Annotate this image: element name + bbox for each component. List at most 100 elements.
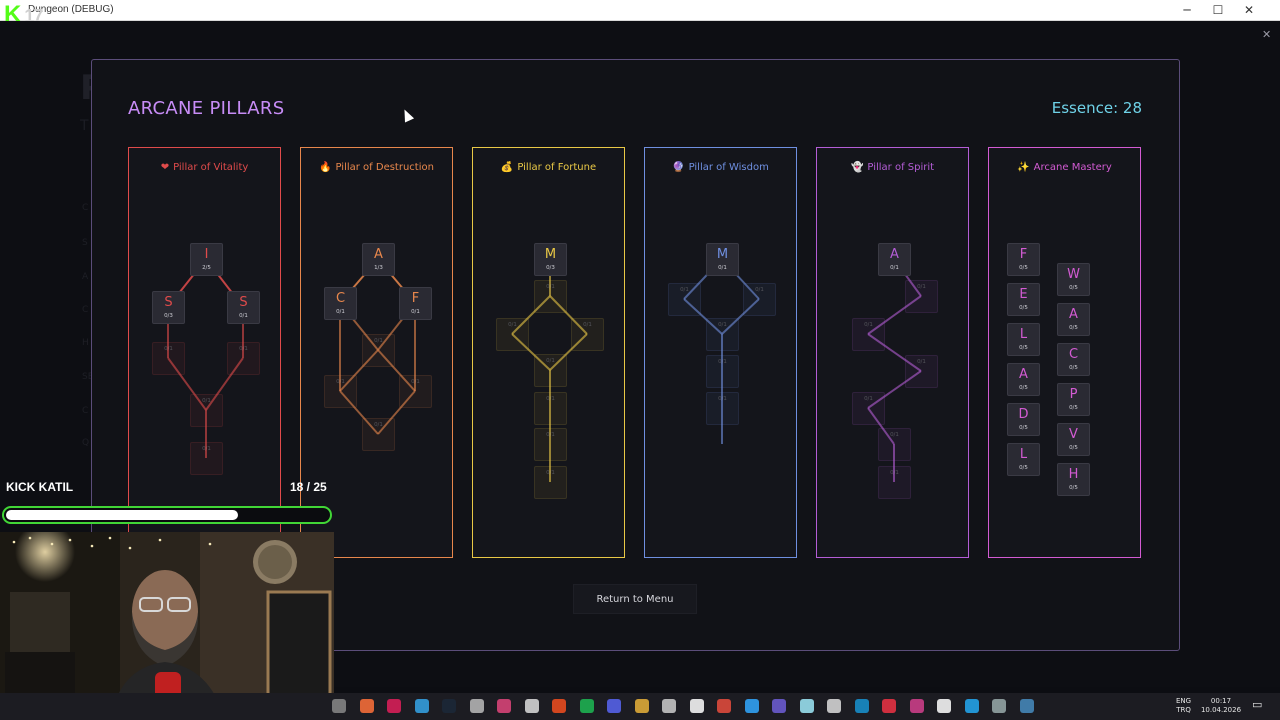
skill-node[interactable]: A 0/5 (1007, 363, 1040, 396)
skill-node[interactable]: 0/1 (362, 418, 395, 451)
skill-node-letter: A (890, 247, 899, 262)
webcam-overlay (0, 532, 334, 720)
skill-node[interactable]: 0/1 (534, 428, 567, 461)
firefox-icon[interactable] (359, 699, 374, 713)
skill-node[interactable]: E 0/5 (1007, 283, 1040, 316)
skill-node[interactable]: 0/1 (534, 466, 567, 499)
app-icon[interactable] (882, 699, 896, 713)
skill-node[interactable]: W 0/5 (1057, 263, 1090, 296)
skill-node[interactable]: 0/1 (706, 318, 739, 351)
skill-node-rank: 0/1 (164, 346, 173, 352)
skill-node[interactable]: V 0/5 (1057, 423, 1090, 456)
adobe-icon[interactable] (717, 699, 731, 713)
skill-node-rank: 0/1 (890, 432, 899, 438)
skill-node[interactable]: 0/1 (852, 318, 885, 351)
skill-node[interactable]: 0/1 (571, 318, 604, 351)
input-language-indicator[interactable]: ENG TRQ (1176, 697, 1191, 715)
skill-node-letter: A (1069, 307, 1078, 322)
skill-node[interactable]: D 0/5 (1007, 403, 1040, 436)
notifications-icon[interactable]: ▭ (1252, 699, 1262, 710)
overlay-close-icon[interactable]: ✕ (1262, 28, 1271, 41)
skill-node[interactable]: 0/1 (852, 392, 885, 425)
skill-node[interactable]: 0/1 (668, 283, 701, 316)
settings-icon[interactable] (992, 699, 1006, 713)
skill-node-rank: 0/1 (864, 322, 873, 328)
skill-node[interactable]: 0/1 (190, 442, 223, 475)
skill-node[interactable]: C 0/1 (324, 287, 357, 320)
skill-node[interactable]: 0/1 (706, 355, 739, 388)
steam-icon[interactable] (442, 699, 456, 713)
kick-follower-goal-label: KICK KATIL (6, 480, 74, 494)
system-clock[interactable]: 00:17 10.04.2026 (1200, 697, 1242, 715)
spotify-icon[interactable] (579, 699, 594, 713)
skill-node[interactable]: 0/1 (706, 392, 739, 425)
skill-node[interactable]: A 0/1 (878, 243, 911, 276)
skill-node[interactable]: 0/1 (324, 375, 357, 408)
skill-node-rank: 1/3 (374, 265, 383, 271)
skill-node-rank: 0/5 (1069, 485, 1078, 491)
skill-node[interactable]: A 0/5 (1057, 303, 1090, 336)
edge-icon[interactable] (414, 699, 429, 713)
skill-node[interactable]: 0/1 (905, 355, 938, 388)
skill-node[interactable]: 0/1 (152, 342, 185, 375)
skill-node[interactable]: M 0/1 (706, 243, 739, 276)
skill-node[interactable]: 0/1 (190, 394, 223, 427)
arch-icon[interactable] (854, 699, 869, 713)
skill-node-rank: 0/5 (1019, 265, 1028, 271)
skill-node[interactable]: C 0/5 (1057, 343, 1090, 376)
github-icon[interactable] (524, 699, 539, 713)
skill-node[interactable]: 0/1 (534, 392, 567, 425)
app-icon[interactable] (909, 699, 924, 713)
skill-node[interactable]: L 0/5 (1007, 323, 1040, 356)
skill-node[interactable]: 0/1 (743, 283, 776, 316)
skill-node[interactable]: 0/1 (227, 342, 260, 375)
xsplit-icon[interactable] (497, 699, 511, 713)
skill-node[interactable]: 0/1 (878, 428, 911, 461)
skill-node[interactable]: H 0/5 (1057, 463, 1090, 496)
minimize-button[interactable]: ─ (1172, 2, 1202, 18)
clock-icon[interactable] (332, 699, 346, 713)
unreal-icon[interactable] (937, 699, 951, 713)
skill-node-letter: M (716, 247, 729, 262)
close-button[interactable]: ✕ (1234, 2, 1264, 18)
maximize-button[interactable]: ☐ (1203, 2, 1233, 18)
slack-icon[interactable] (387, 699, 401, 713)
skill-node-letter: A (374, 247, 383, 262)
skill-node[interactable]: L 0/5 (1007, 443, 1040, 476)
essence-counter: Essence: 28 (1051, 99, 1142, 117)
figma-icon[interactable] (552, 699, 566, 713)
skill-node[interactable]: 0/1 (905, 280, 938, 313)
epic-icon[interactable] (827, 699, 841, 713)
skill-node-letter: F (411, 291, 420, 306)
godot-icon[interactable] (1019, 699, 1034, 713)
photoshop-icon[interactable] (744, 699, 759, 713)
notion-icon[interactable] (689, 699, 704, 713)
discord-icon[interactable] (607, 699, 621, 713)
skill-node[interactable]: 0/1 (496, 318, 529, 351)
background-menu-item: Q (82, 438, 90, 448)
skill-node[interactable]: 0/1 (534, 280, 567, 313)
unity-icon[interactable] (469, 699, 484, 713)
vscode-icon[interactable] (964, 699, 979, 713)
return-to-menu-button[interactable]: Return to Menu (573, 584, 697, 614)
skill-node[interactable]: A 1/3 (362, 243, 395, 276)
skill-node-rank: 0/1 (546, 396, 555, 402)
pillar-destruction: 🔥 Pillar of Destruction A 1/3 C 0/1 F 0/1 0/1 0/1… (300, 147, 453, 558)
skill-node[interactable]: 0/1 (362, 334, 395, 367)
electron-icon[interactable] (799, 699, 814, 713)
skill-node[interactable]: 0/1 (399, 375, 432, 408)
skill-node[interactable]: P 0/5 (1057, 383, 1090, 416)
skill-node[interactable]: 0/1 (878, 466, 911, 499)
obs-icon[interactable] (772, 699, 786, 713)
skill-node[interactable]: M 0/3 (534, 243, 567, 276)
skill-node[interactable]: F 0/1 (399, 287, 432, 320)
skill-node[interactable]: S 0/3 (152, 291, 185, 324)
skill-node[interactable]: F 0/5 (1007, 243, 1040, 276)
skill-node-rank: 0/5 (1019, 385, 1028, 391)
skill-node[interactable]: I 2/5 (190, 243, 223, 276)
skill-node[interactable]: 0/1 (534, 354, 567, 387)
skill-node[interactable]: S 0/1 (227, 291, 260, 324)
pillar-fortune: 💰 Pillar of Fortune M 0/3 0/1 0/1 0/1 0/1 0/1 0/1… (472, 147, 625, 558)
chrome-icon[interactable] (634, 699, 649, 713)
terminal-icon[interactable] (662, 699, 676, 713)
